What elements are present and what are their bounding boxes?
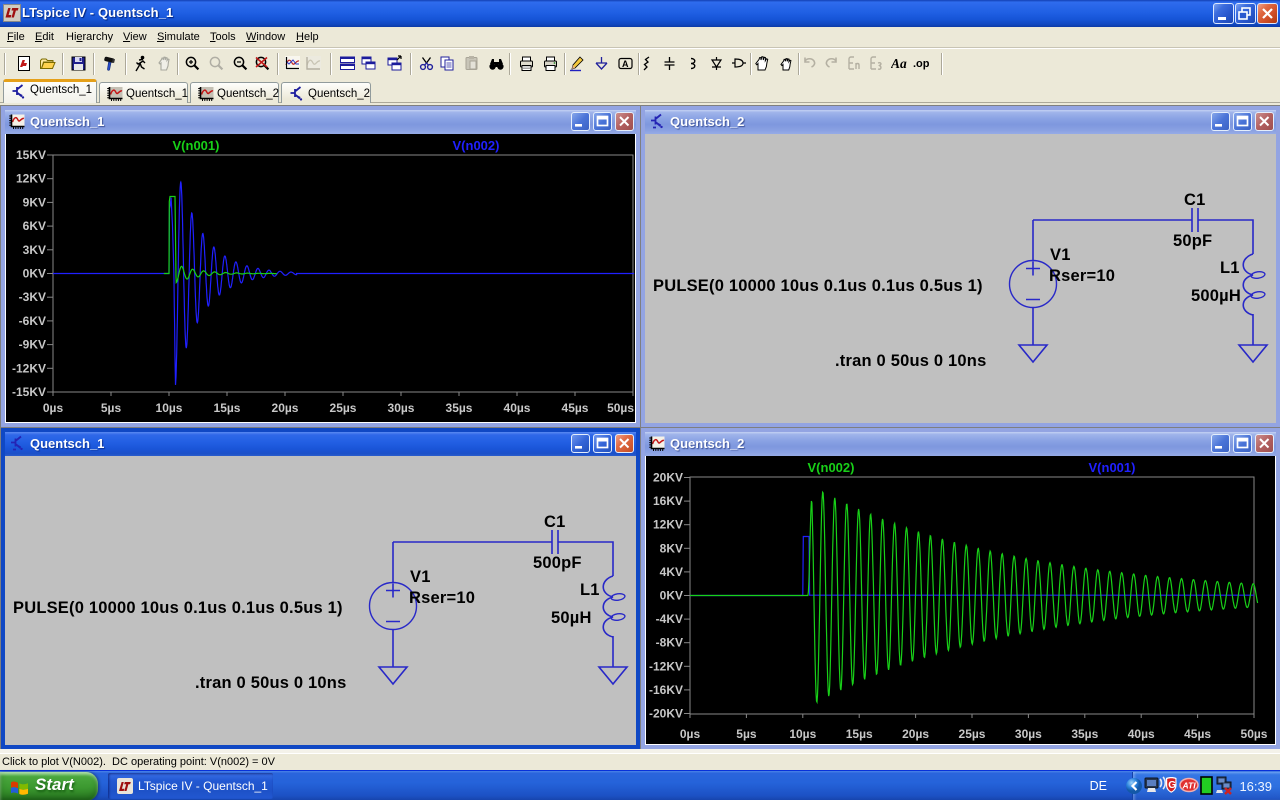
svg-text:A: A	[622, 59, 629, 69]
svg-text:-16KV: -16KV	[649, 683, 683, 697]
svg-text:5µs: 5µs	[101, 401, 122, 415]
svg-text:50pF: 50pF	[1173, 232, 1212, 250]
svg-text:40µs: 40µs	[504, 401, 531, 415]
svg-text:16KV: 16KV	[653, 494, 683, 508]
svg-text:-9KV: -9KV	[19, 338, 46, 352]
svg-text:.tran 0 50us 0 10ns: .tran 0 50us 0 10ns	[835, 352, 986, 370]
svg-text:5µs: 5µs	[736, 727, 757, 741]
svg-text:ATI: ATI	[1182, 781, 1197, 791]
svg-text:-6KV: -6KV	[19, 314, 46, 328]
svg-text:8KV: 8KV	[660, 541, 683, 555]
svg-text:.tran 0 50us 0 10ns: .tran 0 50us 0 10ns	[195, 674, 346, 692]
svg-text:6KV: 6KV	[23, 219, 46, 233]
svg-text:25µs: 25µs	[959, 727, 986, 741]
svg-text:Aa: Aa	[891, 56, 907, 71]
svg-text:30µs: 30µs	[1015, 727, 1042, 741]
svg-text:30µs: 30µs	[388, 401, 415, 415]
svg-text:Rser=10: Rser=10	[409, 589, 475, 607]
svg-text:C1: C1	[1184, 191, 1206, 209]
svg-text:50µs: 50µs	[607, 401, 634, 415]
svg-text:G: G	[1168, 780, 1176, 791]
svg-text:0KV: 0KV	[23, 267, 46, 281]
svg-text:15KV: 15KV	[16, 148, 46, 162]
svg-text:45µs: 45µs	[1184, 727, 1211, 741]
svg-text:10µs: 10µs	[789, 727, 816, 741]
svg-text:50µH: 50µH	[551, 609, 592, 627]
svg-text:PULSE(0 10000 10us 0.1us 0.1us: PULSE(0 10000 10us 0.1us 0.1us 0.5us 1)	[653, 277, 983, 295]
svg-text:15µs: 15µs	[214, 401, 241, 415]
svg-text:35µs: 35µs	[1071, 727, 1098, 741]
svg-text:500pF: 500pF	[533, 554, 582, 572]
svg-text:45µs: 45µs	[562, 401, 589, 415]
svg-text:25µs: 25µs	[330, 401, 357, 415]
svg-text:-12KV: -12KV	[12, 361, 46, 375]
svg-text:-8KV: -8KV	[656, 636, 683, 650]
svg-text:500µH: 500µH	[1191, 287, 1241, 305]
svg-text:-20KV: -20KV	[649, 707, 683, 721]
svg-text:0µs: 0µs	[43, 401, 64, 415]
svg-text:20µs: 20µs	[272, 401, 299, 415]
svg-text:.op: .op	[913, 58, 930, 70]
svg-text:0KV: 0KV	[660, 589, 683, 603]
svg-text:V(n002): V(n002)	[808, 460, 855, 475]
svg-text:40µs: 40µs	[1128, 727, 1155, 741]
svg-text:9KV: 9KV	[23, 195, 46, 209]
svg-text:15µs: 15µs	[846, 727, 873, 741]
svg-text:L1: L1	[580, 581, 600, 599]
svg-text:3KV: 3KV	[23, 243, 46, 257]
svg-text:C1: C1	[544, 513, 566, 531]
svg-text:Rser=10: Rser=10	[1049, 267, 1115, 285]
svg-text:L1: L1	[1220, 259, 1240, 277]
svg-text:10µs: 10µs	[156, 401, 183, 415]
svg-text:50µs: 50µs	[1241, 727, 1268, 741]
svg-text:4KV: 4KV	[660, 565, 683, 579]
svg-text:0µs: 0µs	[680, 727, 701, 741]
svg-text:V(n001): V(n001)	[173, 138, 220, 153]
svg-text:V(n001): V(n001)	[1089, 460, 1136, 475]
svg-text:V(n002): V(n002)	[453, 138, 500, 153]
svg-text:PULSE(0 10000 10us 0.1us 0.1us: PULSE(0 10000 10us 0.1us 0.1us 0.5us 1)	[13, 599, 343, 617]
svg-text:-3KV: -3KV	[19, 290, 46, 304]
svg-text:20µs: 20µs	[902, 727, 929, 741]
svg-text:-4KV: -4KV	[656, 612, 683, 626]
svg-text:12KV: 12KV	[16, 172, 46, 186]
svg-text:35µs: 35µs	[446, 401, 473, 415]
svg-text:V1: V1	[1050, 246, 1071, 264]
svg-text:-15KV: -15KV	[12, 385, 46, 399]
svg-text:-12KV: -12KV	[649, 659, 683, 673]
svg-text:V1: V1	[410, 568, 431, 586]
svg-text:12KV: 12KV	[653, 518, 683, 532]
svg-text:20KV: 20KV	[653, 471, 683, 485]
